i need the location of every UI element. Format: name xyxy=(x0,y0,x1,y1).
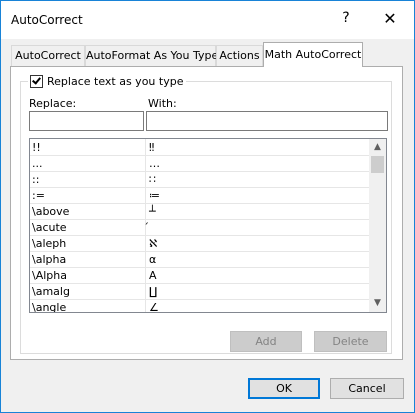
replace-as-you-type-label: Replace text as you type xyxy=(47,74,184,88)
ok-button[interactable]: OK xyxy=(248,378,320,399)
replace-label: Replace: xyxy=(29,97,77,110)
replace-cell: \aleph xyxy=(32,237,67,250)
list-item[interactable]: \Alpha Α xyxy=(30,267,370,284)
with-cell: … xyxy=(149,157,160,170)
replace-cell: \acute xyxy=(32,221,67,234)
replace-cell: \above xyxy=(32,205,70,218)
with-cell: ┴ xyxy=(149,205,156,218)
list-item[interactable]: \angle ∠ xyxy=(30,299,370,313)
with-input[interactable] xyxy=(146,111,388,131)
cancel-button[interactable]: Cancel xyxy=(330,378,404,399)
with-label: With: xyxy=(148,97,177,110)
replace-as-you-type-option[interactable]: Replace text as you type xyxy=(28,74,187,88)
tab-autoformat-as-you-type[interactable]: AutoFormat As You Type xyxy=(85,45,218,66)
scrollbar-thumb[interactable] xyxy=(371,156,384,173)
replace-input[interactable] xyxy=(29,111,144,131)
with-cell: ‼ xyxy=(149,141,155,154)
with-cell: Α xyxy=(149,269,157,282)
with-cell: ℵ xyxy=(149,237,158,250)
replace-cell: \angle xyxy=(32,301,67,313)
checkmark-icon xyxy=(32,74,41,85)
list-item[interactable]: ... … xyxy=(30,155,370,172)
list-item[interactable]: \above ┴ xyxy=(30,203,370,220)
scroll-down-icon[interactable]: ▼ xyxy=(369,295,386,312)
replace-cell: \amalg xyxy=(32,285,70,298)
list-item[interactable]: :: ∷ xyxy=(30,171,370,188)
replace-as-you-type-checkbox[interactable] xyxy=(30,74,43,88)
close-icon[interactable]: ✕ xyxy=(381,9,399,28)
delete-button[interactable]: Delete xyxy=(314,331,387,352)
list-item[interactable]: !! ‼ xyxy=(30,139,370,156)
add-button[interactable]: Add xyxy=(230,331,302,352)
list-item[interactable]: \amalg ∐ xyxy=(30,283,370,300)
replace-cell: :: xyxy=(32,173,40,186)
with-cell: ≔ xyxy=(149,189,160,202)
replace-cell: \Alpha xyxy=(32,269,67,282)
with-cell: ́ xyxy=(149,221,349,234)
replace-cell: ... xyxy=(32,157,43,170)
with-cell: ∐ xyxy=(149,285,158,298)
list-item[interactable]: \acute ́ xyxy=(30,219,370,236)
replace-cell: := xyxy=(32,189,45,202)
scroll-up-icon[interactable]: ▲ xyxy=(369,139,386,156)
list-item[interactable]: := ≔ xyxy=(30,187,370,204)
replace-cell: !! xyxy=(32,141,41,154)
with-cell: ∠ xyxy=(149,301,159,313)
with-cell: ∷ xyxy=(149,173,156,186)
list-item[interactable]: \alpha α xyxy=(30,251,370,268)
list-scrollbar[interactable]: ▲ ▼ xyxy=(369,139,386,312)
tab-actions[interactable]: Actions xyxy=(216,45,263,66)
entries-list[interactable]: !! ‼ ... … :: ∷ := ≔ \above ┴ \acute ́ \… xyxy=(29,138,387,313)
title-bar: AutoCorrect ? ✕ xyxy=(1,1,414,39)
tab-math-autocorrect[interactable]: Math AutoCorrect xyxy=(263,42,363,67)
window-title: AutoCorrect xyxy=(11,13,83,27)
list-item[interactable]: \aleph ℵ xyxy=(30,235,370,252)
help-icon[interactable]: ? xyxy=(337,10,355,26)
replace-cell: \alpha xyxy=(32,253,67,266)
tab-autocorrect[interactable]: AutoCorrect xyxy=(11,45,85,66)
with-cell: α xyxy=(149,253,157,266)
